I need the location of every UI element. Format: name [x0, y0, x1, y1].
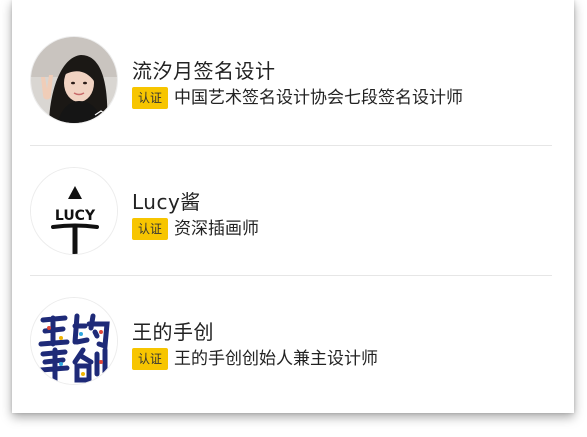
avatar[interactable]	[30, 36, 118, 124]
designer-description: 资深插画师	[174, 219, 260, 239]
photo-avatar-icon	[31, 37, 117, 123]
avatar[interactable]: LUCY	[30, 167, 118, 255]
designer-item[interactable]: LUCY Lucy酱 认证 资深插画师	[30, 146, 552, 276]
badge-line: 认证 资深插画师	[132, 218, 259, 240]
lucy-logo-icon: LUCY	[31, 168, 117, 254]
designer-name[interactable]: 王的手创	[132, 316, 214, 345]
designer-name[interactable]: Lucy酱	[132, 186, 201, 215]
designer-name[interactable]: 流汐月签名设计	[132, 55, 276, 84]
designer-description: 王的手创创始人兼主设计师	[174, 349, 379, 369]
lucy-logo-text: LUCY	[55, 208, 96, 224]
designer-item[interactable]: 王的手创 认证 王的手创创始人兼主设计师	[30, 276, 552, 406]
verified-badge: 认证	[132, 348, 169, 370]
designer-list-card: 流汐月签名设计 认证 中国艺术签名设计协会七段签名设计师 LUCY Lucy酱 认…	[12, 0, 574, 413]
avatar[interactable]	[30, 297, 118, 385]
verified-badge: 认证	[132, 218, 169, 240]
designer-description: 中国艺术签名设计协会七段签名设计师	[174, 88, 464, 108]
badge-line: 认证 中国艺术签名设计协会七段签名设计师	[132, 87, 463, 109]
designer-item[interactable]: 流汐月签名设计 认证 中国艺术签名设计协会七段签名设计师	[30, 15, 552, 145]
calligraphy-logo-icon	[31, 298, 117, 384]
verified-badge: 认证	[132, 87, 169, 109]
badge-line: 认证 王的手创创始人兼主设计师	[132, 348, 378, 370]
